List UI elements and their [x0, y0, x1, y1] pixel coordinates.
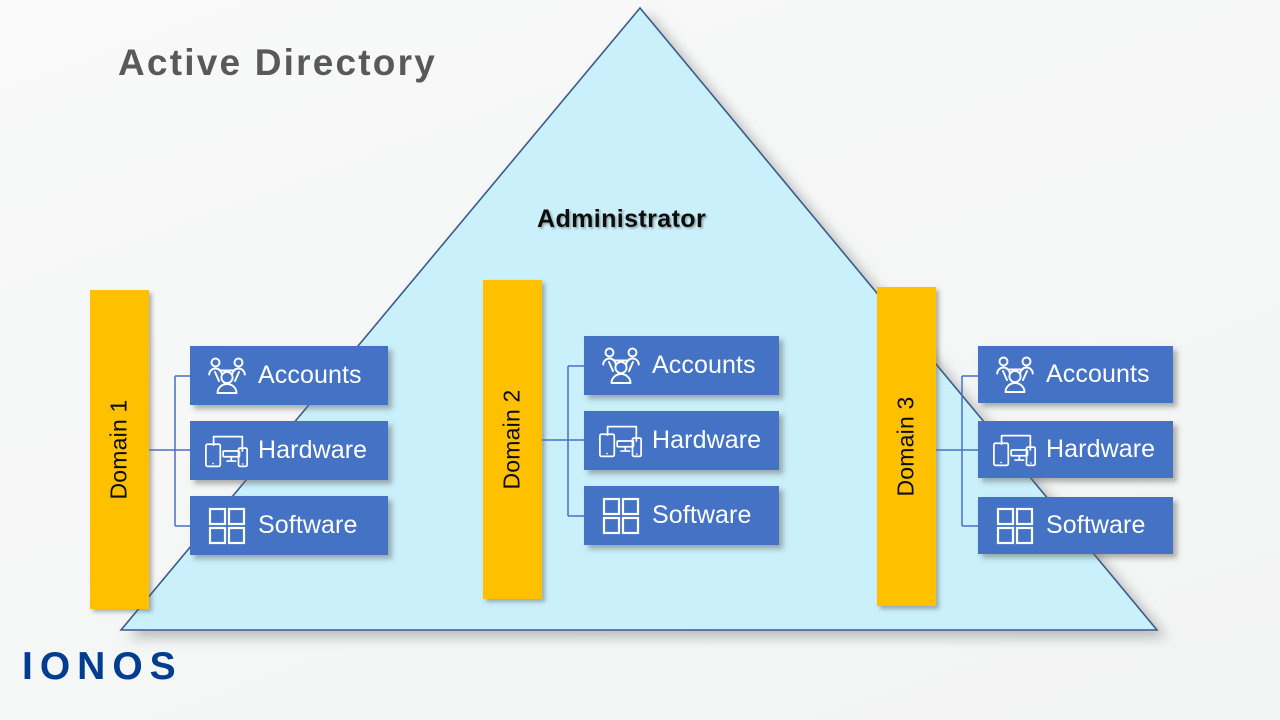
hardware-devices-icon	[992, 428, 1038, 472]
domain-bar-3[interactable]: Domain 3	[877, 287, 936, 606]
node-hardware-3[interactable]: Hardware	[978, 421, 1173, 478]
software-grid-icon	[992, 504, 1038, 548]
ionos-logo: IONOS	[22, 645, 183, 688]
domain-bar-label: Domain 3	[893, 396, 920, 497]
node-software-3[interactable]: Software	[978, 497, 1173, 554]
domain-group-3: Domain 3 Accounts Hardware Software	[0, 0, 1280, 720]
diagram-canvas: Active Directory Administrator Domain 1	[0, 0, 1280, 720]
accounts-people-icon	[992, 353, 1038, 397]
node-label: Software	[1046, 511, 1146, 539]
node-label: Hardware	[1046, 435, 1156, 463]
node-label: Accounts	[1046, 360, 1150, 388]
node-accounts-3[interactable]: Accounts	[978, 346, 1173, 403]
